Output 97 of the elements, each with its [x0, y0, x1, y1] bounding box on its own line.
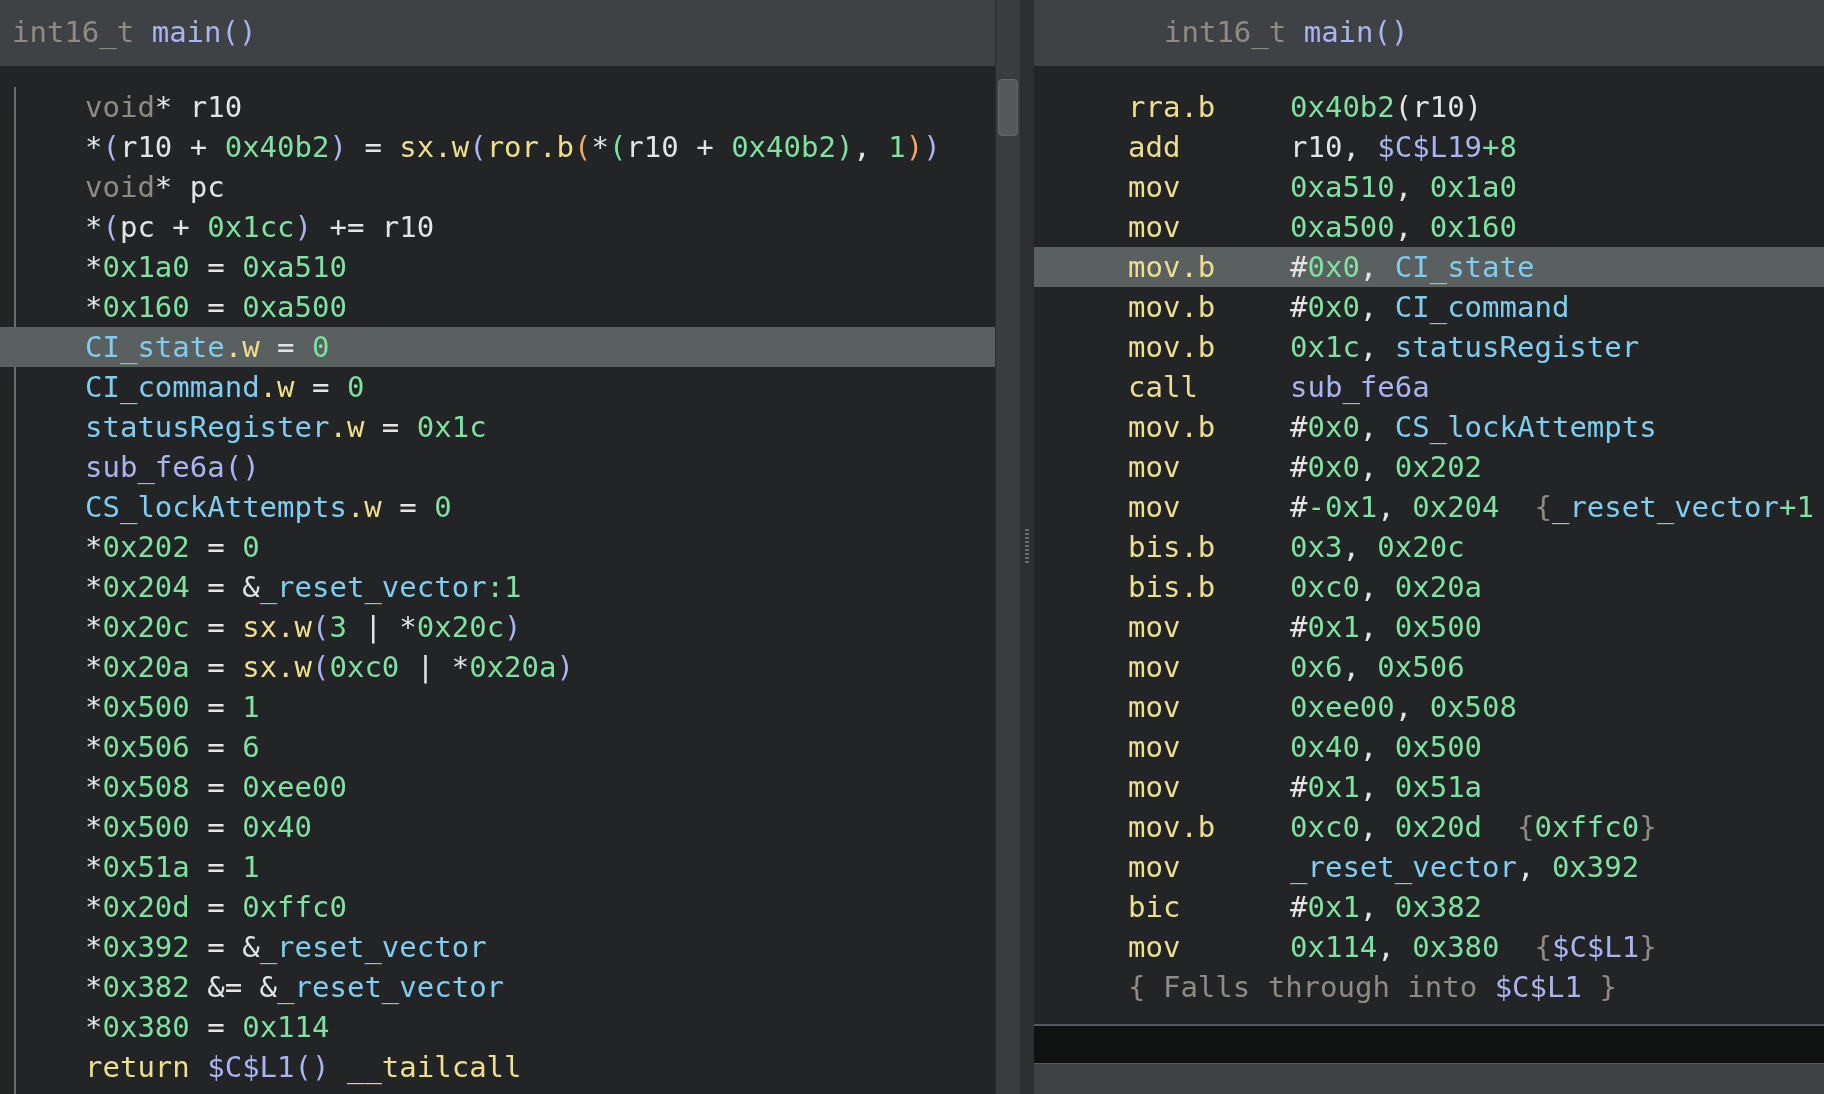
operand-text: 0xc0, 0x20d {0xffc0} [1290, 809, 1657, 846]
code-line[interactable]: *0x1a0 = 0xa510 [0, 247, 995, 287]
instruction-row[interactable]: mov #-0x1, 0x204 {_reset_vector+1 [1034, 487, 1824, 527]
mnemonic: mov [1128, 849, 1182, 886]
code-line[interactable]: *0x508 = 0xee00 [0, 767, 995, 807]
instruction-row[interactable]: bic #0x1, 0x382 [1034, 887, 1824, 927]
mnemonic: mov [1128, 729, 1182, 766]
instruction-row[interactable]: mov.b 0xc0, 0x20d {0xffc0} [1034, 807, 1824, 847]
code-line[interactable]: *(r10 + 0x40b2) = sx.w(ror.b(*(r10 + 0x40b2), 1)) [0, 127, 995, 167]
code-line[interactable]: *0x20c = sx.w(3 | *0x20c) [0, 607, 995, 647]
function-signature: int16_t main() [1164, 14, 1409, 52]
instruction-row[interactable]: call sub_fe6a [1034, 367, 1824, 407]
operand-text: #0x0, CI_command [1290, 289, 1570, 326]
code-line[interactable]: *0x382 &= &_reset_vector [0, 967, 995, 1007]
code-line[interactable]: *0x392 = &_reset_vector [0, 927, 995, 967]
grip-icon [1025, 529, 1029, 565]
operand-text: 0xa510, 0x1a0 [1290, 169, 1517, 206]
code-line[interactable]: void* pc [0, 167, 995, 207]
mnemonic: mov.b [1128, 409, 1217, 446]
mnemonic: mov [1128, 769, 1182, 806]
mnemonic: mov [1128, 169, 1182, 206]
instruction-row[interactable]: mov 0xa510, 0x1a0 [1034, 167, 1824, 207]
operand-text: 0x40, 0x500 [1290, 729, 1483, 766]
code-line[interactable]: void* r10 [0, 87, 995, 127]
instruction-row[interactable]: mov.b #0x0, CI_state [1034, 247, 1824, 287]
instruction-row[interactable]: mov 0x114, 0x380 {$C$L1} [1034, 927, 1824, 967]
mnemonic: rra.b [1128, 89, 1217, 126]
mnemonic: bis.b [1128, 569, 1217, 606]
mnemonic: mov.b [1128, 809, 1217, 846]
code-line[interactable]: *0x506 = 6 [0, 727, 995, 767]
operand-text: #0x0, 0x202 [1290, 449, 1483, 486]
code-line[interactable]: sub_fe6a() [0, 447, 995, 487]
mnemonic: mov [1128, 609, 1182, 646]
mnemonic: bis.b [1128, 529, 1217, 566]
code-line[interactable]: statusRegister.w = 0x1c [0, 407, 995, 447]
code-line[interactable]: *0x20a = sx.w(0xc0 | *0x20a) [0, 647, 995, 687]
operand-text: #0x1, 0x382 [1290, 889, 1483, 926]
operand-text: r10, $C$L19+8 [1290, 129, 1517, 166]
code-line[interactable]: *0x160 = 0xa500 [0, 287, 995, 327]
operand-text: 0xc0, 0x20a [1290, 569, 1483, 606]
code-line[interactable]: *0x204 = &_reset_vector:1 [0, 567, 995, 607]
operand-text: #0x0, CS_lockAttempts [1290, 409, 1657, 446]
operand-text: 0x114, 0x380 {$C$L1} [1290, 929, 1657, 966]
code-line[interactable]: *0x202 = 0 [0, 527, 995, 567]
instruction-row[interactable]: mov 0x6, 0x506 [1034, 647, 1824, 687]
operand-text: 0x3, 0x20c [1290, 529, 1465, 566]
function-signature: int16_t main() [12, 14, 257, 52]
code-line[interactable]: *0x500 = 1 [0, 687, 995, 727]
operand-text: 0x1c, statusRegister [1290, 329, 1640, 366]
code-line[interactable]: *0x500 = 0x40 [0, 807, 995, 847]
mnemonic: mov [1128, 649, 1182, 686]
mnemonic: mov [1128, 449, 1182, 486]
instruction-row[interactable]: mov #0x1, 0x500 [1034, 607, 1824, 647]
instruction-row[interactable]: add r10, $C$L19+8 [1034, 127, 1824, 167]
instruction-row[interactable]: mov #0x1, 0x51a [1034, 767, 1824, 807]
code-line[interactable]: *0x380 = 0x114 [0, 1007, 995, 1047]
instruction-row[interactable]: mov.b #0x0, CI_command [1034, 287, 1824, 327]
mnemonic: mov.b [1128, 289, 1217, 326]
operand-text: 0x40b2(r10) [1290, 89, 1483, 126]
code-line[interactable]: return $C$L1() __tailcall [0, 1047, 995, 1087]
scrollbar[interactable] [995, 0, 1020, 1094]
mnemonic: mov.b [1128, 249, 1217, 286]
mnemonic: mov.b [1128, 329, 1217, 366]
instruction-row[interactable]: rra.b 0x40b2(r10) [1034, 87, 1824, 127]
instruction-row[interactable]: mov _reset_vector, 0x392 [1034, 847, 1824, 887]
instruction-row[interactable]: bis.b 0xc0, 0x20a [1034, 567, 1824, 607]
scrollbar-thumb[interactable] [998, 79, 1018, 136]
instruction-row[interactable]: bis.b 0x3, 0x20c [1034, 527, 1824, 567]
operand-text: #0x1, 0x51a [1290, 769, 1483, 806]
mnemonic: mov [1128, 209, 1182, 246]
operand-text: _reset_vector, 0x392 [1290, 849, 1640, 886]
instruction-row[interactable]: mov 0xee00, 0x508 [1034, 687, 1824, 727]
code-line[interactable]: *(pc + 0x1cc) += r10 [0, 207, 995, 247]
operand-text: 0xee00, 0x508 [1290, 689, 1517, 726]
mnemonic: bic [1128, 889, 1182, 926]
operand-text: #0x0, CI_state [1290, 249, 1535, 286]
mnemonic: add [1128, 129, 1182, 166]
operand-text: 0x6, 0x506 [1290, 649, 1465, 686]
mnemonic: mov [1128, 489, 1182, 526]
instruction-row[interactable]: mov.b 0x1c, statusRegister [1034, 327, 1824, 367]
mnemonic: mov [1128, 929, 1182, 966]
operand-text: #0x1, 0x500 [1290, 609, 1483, 646]
operand-text: sub_fe6a [1290, 369, 1430, 406]
mnemonic: call [1128, 369, 1199, 406]
splitter-handle[interactable] [1020, 0, 1034, 1094]
instruction-row[interactable]: mov.b #0x0, CS_lockAttempts [1034, 407, 1824, 447]
operand-text: 0xa500, 0x160 [1290, 209, 1517, 246]
instruction-row[interactable]: mov 0xa500, 0x160 [1034, 207, 1824, 247]
code-line[interactable]: CI_command.w = 0 [0, 367, 995, 407]
code-line[interactable]: *0x51a = 1 [0, 847, 995, 887]
instruction-row[interactable]: mov 0x40, 0x500 [1034, 727, 1824, 767]
code-line[interactable]: CS_lockAttempts.w = 0 [0, 487, 995, 527]
instruction-row[interactable]: mov #0x0, 0x202 [1034, 447, 1824, 487]
mnemonic: mov [1128, 689, 1182, 726]
code-line[interactable]: *0x20d = 0xffc0 [0, 887, 995, 927]
comment-line[interactable]: { Falls through into $C$L1 } [1034, 967, 1824, 1007]
operand-text: #-0x1, 0x204 {_reset_vector+1 [1290, 489, 1814, 526]
